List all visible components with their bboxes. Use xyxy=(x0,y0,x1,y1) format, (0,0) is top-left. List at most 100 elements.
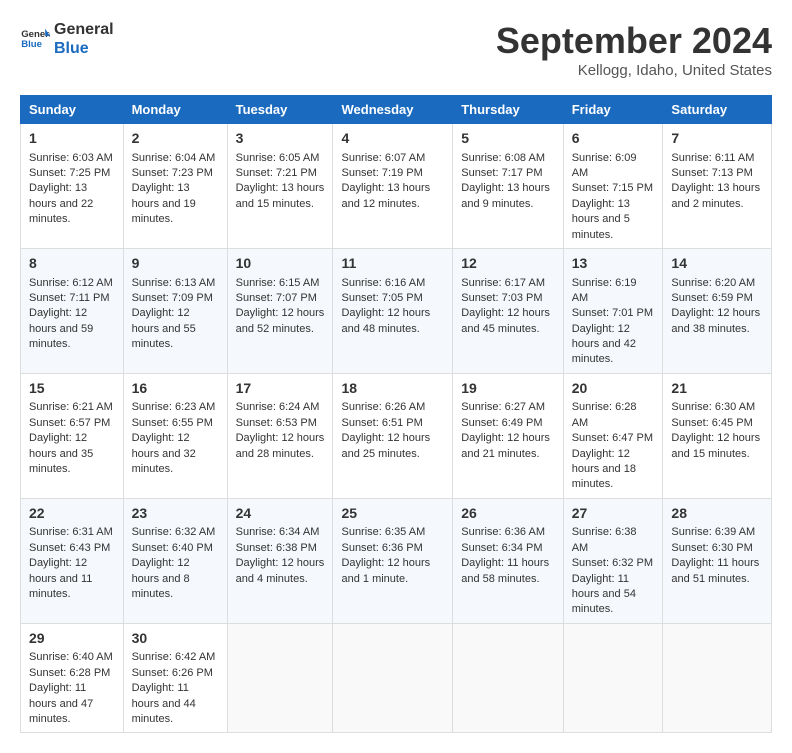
sunrise-label: Sunrise: 6:17 AM xyxy=(461,277,545,289)
calendar-cell: 27 Sunrise: 6:38 AM Sunset: 6:32 PM Dayl… xyxy=(563,498,663,623)
day-number: 24 xyxy=(236,504,325,524)
sunset-label: Sunset: 7:03 PM xyxy=(461,292,542,304)
sunset-label: Sunset: 6:26 PM xyxy=(132,667,213,679)
sunrise-label: Sunrise: 6:19 AM xyxy=(572,277,637,304)
col-tuesday: Tuesday xyxy=(227,96,333,124)
title-section: September 2024 Kellogg, Idaho, United St… xyxy=(496,20,772,79)
daylight-label: Daylight: 12 hours and 11 minutes. xyxy=(29,557,92,600)
calendar-cell: 6 Sunrise: 6:09 AM Sunset: 7:15 PM Dayli… xyxy=(563,124,663,249)
daylight-label: Daylight: 12 hours and 55 minutes. xyxy=(132,307,196,350)
day-number: 21 xyxy=(671,379,763,399)
sunrise-label: Sunrise: 6:42 AM xyxy=(132,651,216,663)
day-number: 7 xyxy=(671,129,763,149)
sunset-label: Sunset: 6:51 PM xyxy=(341,417,422,429)
calendar-week-3: 15 Sunrise: 6:21 AM Sunset: 6:57 PM Dayl… xyxy=(21,373,772,498)
day-number: 27 xyxy=(572,504,655,524)
day-number: 14 xyxy=(671,254,763,274)
day-number: 28 xyxy=(671,504,763,524)
day-number: 26 xyxy=(461,504,554,524)
day-number: 4 xyxy=(341,129,444,149)
daylight-label: Daylight: 12 hours and 15 minutes. xyxy=(671,432,760,459)
calendar-cell: 30 Sunrise: 6:42 AM Sunset: 6:26 PM Dayl… xyxy=(123,623,227,733)
sunrise-label: Sunrise: 6:39 AM xyxy=(671,526,755,538)
daylight-label: Daylight: 12 hours and 32 minutes. xyxy=(132,432,196,475)
sunset-label: Sunset: 6:59 PM xyxy=(671,292,752,304)
daylight-label: Daylight: 12 hours and 4 minutes. xyxy=(236,557,325,584)
daylight-label: Daylight: 13 hours and 9 minutes. xyxy=(461,182,550,209)
sunrise-label: Sunrise: 6:36 AM xyxy=(461,526,545,538)
sunset-label: Sunset: 7:23 PM xyxy=(132,167,213,179)
day-number: 20 xyxy=(572,379,655,399)
daylight-label: Daylight: 12 hours and 59 minutes. xyxy=(29,307,93,350)
sunset-label: Sunset: 6:30 PM xyxy=(671,542,752,554)
header-row: Sunday Monday Tuesday Wednesday Thursday… xyxy=(21,96,772,124)
calendar-cell: 24 Sunrise: 6:34 AM Sunset: 6:38 PM Dayl… xyxy=(227,498,333,623)
sunset-label: Sunset: 6:49 PM xyxy=(461,417,542,429)
calendar-cell: 20 Sunrise: 6:28 AM Sunset: 6:47 PM Dayl… xyxy=(563,373,663,498)
sunrise-label: Sunrise: 6:04 AM xyxy=(132,152,216,164)
calendar-cell: 22 Sunrise: 6:31 AM Sunset: 6:43 PM Dayl… xyxy=(21,498,124,623)
daylight-label: Daylight: 12 hours and 18 minutes. xyxy=(572,448,636,491)
sunrise-label: Sunrise: 6:26 AM xyxy=(341,401,425,413)
daylight-label: Daylight: 13 hours and 2 minutes. xyxy=(671,182,760,209)
calendar-cell: 10 Sunrise: 6:15 AM Sunset: 7:07 PM Dayl… xyxy=(227,248,333,373)
daylight-label: Daylight: 12 hours and 52 minutes. xyxy=(236,307,325,334)
sunset-label: Sunset: 6:36 PM xyxy=(341,542,422,554)
day-number: 19 xyxy=(461,379,554,399)
daylight-label: Daylight: 12 hours and 42 minutes. xyxy=(572,323,636,366)
sunrise-label: Sunrise: 6:27 AM xyxy=(461,401,545,413)
daylight-label: Daylight: 13 hours and 15 minutes. xyxy=(236,182,325,209)
calendar-cell xyxy=(453,623,563,733)
sunset-label: Sunset: 7:11 PM xyxy=(29,292,110,304)
daylight-label: Daylight: 11 hours and 51 minutes. xyxy=(671,557,759,584)
sunset-label: Sunset: 6:47 PM xyxy=(572,432,653,444)
sunrise-label: Sunrise: 6:24 AM xyxy=(236,401,320,413)
daylight-label: Daylight: 11 hours and 58 minutes. xyxy=(461,557,549,584)
sunrise-label: Sunrise: 6:21 AM xyxy=(29,401,113,413)
sunrise-label: Sunrise: 6:28 AM xyxy=(572,401,637,428)
day-number: 12 xyxy=(461,254,554,274)
calendar-week-4: 22 Sunrise: 6:31 AM Sunset: 6:43 PM Dayl… xyxy=(21,498,772,623)
daylight-label: Daylight: 11 hours and 47 minutes. xyxy=(29,682,93,725)
col-monday: Monday xyxy=(123,96,227,124)
sunset-label: Sunset: 6:45 PM xyxy=(671,417,752,429)
day-number: 3 xyxy=(236,129,325,149)
logo-blue: Blue xyxy=(54,39,114,58)
sunrise-label: Sunrise: 6:05 AM xyxy=(236,152,320,164)
day-number: 16 xyxy=(132,379,219,399)
calendar-cell: 25 Sunrise: 6:35 AM Sunset: 6:36 PM Dayl… xyxy=(333,498,453,623)
sunset-label: Sunset: 6:40 PM xyxy=(132,542,213,554)
sunrise-label: Sunrise: 6:31 AM xyxy=(29,526,113,538)
daylight-label: Daylight: 12 hours and 25 minutes. xyxy=(341,432,430,459)
calendar-cell: 21 Sunrise: 6:30 AM Sunset: 6:45 PM Dayl… xyxy=(663,373,772,498)
sunrise-label: Sunrise: 6:15 AM xyxy=(236,277,320,289)
calendar-cell xyxy=(563,623,663,733)
calendar-cell xyxy=(663,623,772,733)
calendar-cell: 14 Sunrise: 6:20 AM Sunset: 6:59 PM Dayl… xyxy=(663,248,772,373)
day-number: 10 xyxy=(236,254,325,274)
calendar-table: Sunday Monday Tuesday Wednesday Thursday… xyxy=(20,95,772,733)
day-number: 22 xyxy=(29,504,115,524)
daylight-label: Daylight: 11 hours and 44 minutes. xyxy=(132,682,196,725)
day-number: 11 xyxy=(341,254,444,274)
daylight-label: Daylight: 13 hours and 12 minutes. xyxy=(341,182,430,209)
daylight-label: Daylight: 12 hours and 38 minutes. xyxy=(671,307,760,334)
sunset-label: Sunset: 7:21 PM xyxy=(236,167,317,179)
col-saturday: Saturday xyxy=(663,96,772,124)
logo-general: General xyxy=(54,20,114,39)
sunset-label: Sunset: 7:13 PM xyxy=(671,167,752,179)
daylight-label: Daylight: 12 hours and 48 minutes. xyxy=(341,307,430,334)
calendar-cell: 17 Sunrise: 6:24 AM Sunset: 6:53 PM Dayl… xyxy=(227,373,333,498)
day-number: 5 xyxy=(461,129,554,149)
sunrise-label: Sunrise: 6:07 AM xyxy=(341,152,425,164)
calendar-cell: 13 Sunrise: 6:19 AM Sunset: 7:01 PM Dayl… xyxy=(563,248,663,373)
sunset-label: Sunset: 6:32 PM xyxy=(572,557,653,569)
daylight-label: Daylight: 13 hours and 22 minutes. xyxy=(29,182,93,225)
calendar-cell: 4 Sunrise: 6:07 AM Sunset: 7:19 PM Dayli… xyxy=(333,124,453,249)
sunset-label: Sunset: 6:34 PM xyxy=(461,542,542,554)
sunset-label: Sunset: 7:25 PM xyxy=(29,167,110,179)
sunrise-label: Sunrise: 6:16 AM xyxy=(341,277,425,289)
sunset-label: Sunset: 7:15 PM xyxy=(572,182,653,194)
sunset-label: Sunset: 6:28 PM xyxy=(29,667,110,679)
col-thursday: Thursday xyxy=(453,96,563,124)
